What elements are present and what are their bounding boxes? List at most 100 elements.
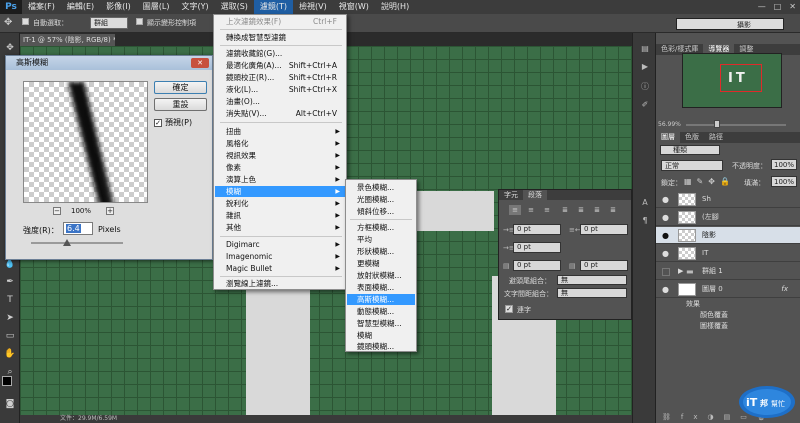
document-tab[interactable]: IT-1 @ 57% (陰影, RGB/8) * xyxy=(20,34,115,46)
menu-item-oil-paint[interactable]: 油畫(O)... xyxy=(215,96,345,107)
submenu-item-shape-blur[interactable]: 形狀模糊... xyxy=(347,246,415,257)
indent-left-field[interactable]: 0 pt xyxy=(513,224,561,235)
actions-icon[interactable]: ▶ xyxy=(638,61,652,73)
close-button[interactable]: ✕ xyxy=(789,0,796,14)
preview-checkbox[interactable]: ✓ 預視(P) xyxy=(154,117,192,128)
radius-slider-track[interactable] xyxy=(31,242,123,244)
layer-group-row[interactable]: ▶ ▬ 群組 1 xyxy=(656,263,800,280)
fx-icon[interactable]: fx xyxy=(781,281,788,298)
justify-left-icon[interactable]: ≣ xyxy=(559,205,571,215)
quick-mask-icon[interactable]: ◙ xyxy=(3,397,17,411)
blur-preview-pane[interactable] xyxy=(23,81,148,203)
menu-item-lens-correction[interactable]: 鏡頭校正(R)... Shift+Ctrl+R xyxy=(215,72,345,83)
type-icon[interactable]: T xyxy=(3,293,17,307)
tab-layers[interactable]: 圖層 xyxy=(656,132,680,143)
menu-window[interactable]: 視窗(W) xyxy=(333,0,375,14)
layer-kind-filter[interactable]: 種類 xyxy=(660,145,720,155)
effect-pattern-overlay[interactable]: 圖樣覆蓋 xyxy=(700,321,728,331)
tab-paths[interactable]: 路徑 xyxy=(704,132,728,143)
layer-row[interactable]: ● (左腳 xyxy=(656,209,800,226)
submenu-item-smart-blur[interactable]: 智慧型模糊... xyxy=(347,318,415,329)
character-icon[interactable]: A xyxy=(638,197,652,209)
tab-character[interactable]: 字元 xyxy=(499,190,523,200)
menu-item-adaptive-wide-angle[interactable]: 最適化廣角(A)... Shift+Ctrl+A xyxy=(215,60,345,71)
align-center-icon[interactable]: ≡ xyxy=(525,205,537,215)
tab-channels[interactable]: 色版 xyxy=(680,132,704,143)
radius-input[interactable]: 6.4 xyxy=(63,222,93,235)
justify-right-icon[interactable]: ≣ xyxy=(591,205,603,215)
layer-row[interactable]: ● Sh xyxy=(656,191,800,208)
menu-item-sharpen[interactable]: 銳利化 ▶ xyxy=(215,198,345,209)
menu-item-other[interactable]: 其他 ▶ xyxy=(215,222,345,233)
menu-item-magic-bullet[interactable]: Magic Bullet ▶ xyxy=(215,263,345,274)
menu-type[interactable]: 文字(Y) xyxy=(175,0,214,14)
submenu-item-surface-blur[interactable]: 表面模糊... xyxy=(347,282,415,293)
space-after-field[interactable]: 0 pt xyxy=(580,260,628,271)
kinsoku-dropdown[interactable]: 無 xyxy=(557,275,627,285)
reset-button[interactable]: 重設 xyxy=(154,98,207,111)
shape-icon[interactable]: ▭ xyxy=(3,329,17,343)
menu-item-distort[interactable]: 扭曲 ▶ xyxy=(215,126,345,137)
zoom-in-button[interactable]: + xyxy=(106,207,114,215)
space-before-field[interactable]: 0 pt xyxy=(513,260,561,271)
navigator-zoom-knob[interactable] xyxy=(714,120,720,128)
justify-all-icon[interactable]: ≣ xyxy=(607,205,619,215)
effect-color-overlay[interactable]: 顏色覆蓋 xyxy=(700,310,728,320)
transform-controls-checkbox[interactable] xyxy=(136,18,143,27)
submenu-item-average[interactable]: 平均 xyxy=(347,234,415,245)
menu-help[interactable]: 說明(H) xyxy=(375,0,415,14)
submenu-item-blur-more[interactable]: 更模糊 xyxy=(347,258,415,269)
menu-item-liquify[interactable]: 液化(L)... Shift+Ctrl+X xyxy=(215,84,345,95)
submenu-item-radial-blur[interactable]: 放射狀模糊... xyxy=(347,270,415,281)
submenu-item-tilt-shift[interactable]: 傾斜位移... xyxy=(347,206,415,217)
menu-item-digimarc[interactable]: Digimarc ▶ xyxy=(215,239,345,250)
blend-mode-dropdown[interactable]: 正常 xyxy=(661,160,723,171)
visibility-eye-icon[interactable]: ● xyxy=(662,281,669,298)
properties-icon[interactable]: ⓘ xyxy=(638,81,652,93)
pen-icon[interactable]: ✒ xyxy=(3,275,17,289)
menu-filter[interactable]: 濾鏡(T) xyxy=(253,0,294,14)
submenu-item-gaussian-blur[interactable]: 高斯模糊... xyxy=(347,294,415,305)
menu-item-stylize[interactable]: 風格化 ▶ xyxy=(215,138,345,149)
minimize-button[interactable]: — xyxy=(758,0,766,14)
submenu-item-motion-blur[interactable]: 動態模糊... xyxy=(347,306,415,317)
menu-select[interactable]: 選取(S) xyxy=(215,0,254,14)
radius-slider-thumb[interactable] xyxy=(63,239,71,246)
layer-row-selected[interactable]: ● 陰影 xyxy=(656,227,800,244)
submenu-item-blur[interactable]: 模糊 xyxy=(347,330,415,341)
menu-item-pixelate[interactable]: 像素 ▶ xyxy=(215,162,345,173)
path-select-icon[interactable]: ➤ xyxy=(3,311,17,325)
align-left-icon[interactable]: ≡ xyxy=(509,205,521,215)
menu-file[interactable]: 檔案(F) xyxy=(22,0,61,14)
menu-item-blur[interactable]: 模糊 ▶ xyxy=(215,186,345,197)
menu-item-noise[interactable]: 雜訊 ▶ xyxy=(215,210,345,221)
align-right-icon[interactable]: ≡ xyxy=(541,205,553,215)
layer-row[interactable]: ● IT xyxy=(656,245,800,262)
visibility-eye-icon[interactable]: ● xyxy=(662,209,669,226)
navigator-thumbnail[interactable]: IT xyxy=(682,53,782,108)
visibility-eye-icon[interactable]: ● xyxy=(662,227,669,244)
indent-first-line-field[interactable]: 0 pt xyxy=(513,242,561,253)
indent-right-field[interactable]: 0 pt xyxy=(580,224,628,235)
menu-item-render[interactable]: 演算上色 ▶ xyxy=(215,174,345,185)
dialog-close-button[interactable]: ✕ xyxy=(191,58,209,68)
hand-icon[interactable]: ✋ xyxy=(3,347,17,361)
expand-arrow-icon[interactable]: ▶ xyxy=(678,263,683,280)
menu-item-video[interactable]: 視訊效果 ▶ xyxy=(215,150,345,161)
paragraph-icon[interactable]: ¶ xyxy=(638,215,652,227)
menu-item-browse-online[interactable]: 瀏覽線上濾鏡... xyxy=(215,278,345,289)
move-icon[interactable]: ✥ xyxy=(3,41,17,55)
submenu-item-box-blur[interactable]: 方框模糊... xyxy=(347,222,415,233)
menu-item-filter-gallery[interactable]: 濾鏡收藏館(G)... xyxy=(215,48,345,59)
layer-row[interactable]: ● 圖層 0 fx xyxy=(656,281,800,298)
fill-field[interactable]: 100% xyxy=(771,176,797,187)
menu-item-convert-smart-filter[interactable]: 轉換成智慧型濾鏡 xyxy=(215,32,345,43)
justify-center-icon[interactable]: ≣ xyxy=(575,205,587,215)
history-icon[interactable]: ▤ xyxy=(638,43,652,55)
mojikumi-dropdown[interactable]: 無 xyxy=(557,288,627,298)
visibility-eye-icon[interactable]: ● xyxy=(662,245,669,262)
menu-view[interactable]: 檢視(V) xyxy=(293,0,333,14)
tab-paragraph[interactable]: 段落 xyxy=(523,190,547,200)
auto-select-dropdown[interactable]: 群組 xyxy=(90,17,128,29)
submenu-item-lens-blur[interactable]: 鏡頭模糊... xyxy=(347,341,415,352)
